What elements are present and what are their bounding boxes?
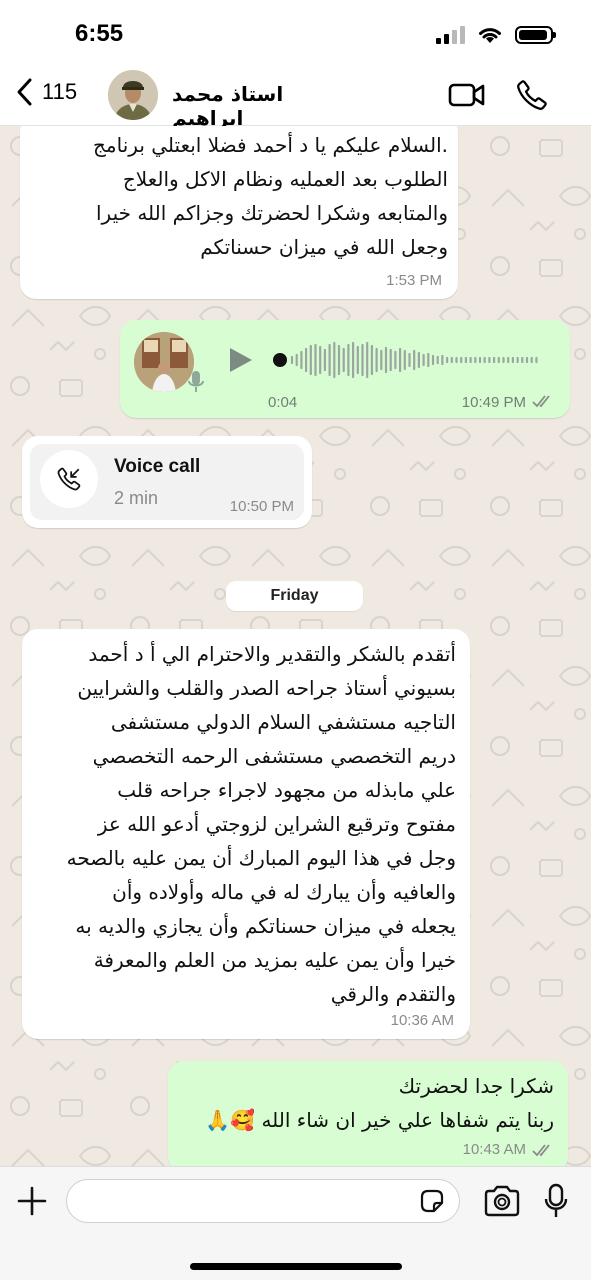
sticker-button[interactable] <box>418 1187 446 1219</box>
call-duration: 2 min <box>114 488 159 508</box>
chat-header: 115 استاذ محمد ابراهيم <box>0 62 591 130</box>
message-bubble-outgoing[interactable]: شكرا جدا لحضرتك ربنا يتم شفاها علي خير ا… <box>168 1061 568 1166</box>
cellular-signal-icon <box>436 26 465 44</box>
plus-icon <box>17 1186 47 1216</box>
message-composer <box>0 1166 591 1280</box>
date-divider: Friday <box>226 581 363 611</box>
message-text-line: شكرا جدا لحضرتك <box>398 1074 554 1098</box>
incoming-call-icon <box>57 467 81 491</box>
person-photo-icon <box>134 332 194 392</box>
person-photo-icon <box>108 70 158 120</box>
camera-button[interactable] <box>483 1185 521 1221</box>
message-time: 10:49 PM <box>461 394 526 411</box>
attach-button[interactable] <box>16 1185 48 1221</box>
back-button[interactable]: 115 <box>14 76 77 108</box>
microphone-icon <box>544 1183 568 1217</box>
message-text-line: ربنا يتم شفاها علي خير ان شاء الله 🥰🙏 <box>205 1108 554 1132</box>
unread-count: 115 <box>42 79 78 104</box>
voice-call-button[interactable] <box>515 78 549 116</box>
double-check-icon <box>532 1144 550 1157</box>
battery-icon <box>515 26 556 44</box>
home-indicator <box>190 1263 402 1270</box>
call-icon-circle <box>40 450 98 508</box>
sticker-icon <box>420 1189 444 1213</box>
microphone-button[interactable] <box>544 1183 568 1223</box>
voice-sender-avatar <box>134 332 194 392</box>
call-title: Voice call <box>114 456 201 477</box>
status-icons <box>436 25 556 45</box>
status-time: 6:55 <box>75 20 124 47</box>
voice-duration: 0:04 <box>268 394 298 411</box>
voice-message-bubble[interactable]: 0:04 10:49 PM <box>120 320 570 418</box>
video-call-button[interactable] <box>448 82 486 112</box>
contact-avatar[interactable] <box>108 70 158 120</box>
voice-progress-slider[interactable] <box>270 338 550 382</box>
message-time: 10:36 AM <box>390 1012 454 1029</box>
message-bubble-incoming[interactable]: .السلام عليكم يا د أحمد فضلا ابعتلي برنا… <box>20 126 458 299</box>
wifi-icon <box>479 28 501 43</box>
message-input[interactable] <box>66 1179 460 1223</box>
double-check-icon <box>532 395 550 408</box>
call-log-bubble[interactable]: Voice call 2 min 10:50 PM <box>22 436 312 528</box>
voice-playhead[interactable] <box>273 353 287 367</box>
contact-name[interactable]: استاذ محمد ابراهيم <box>172 82 352 130</box>
message-time: 1:53 PM <box>386 272 442 289</box>
message-time: 10:50 PM <box>229 498 294 515</box>
message-text: .السلام عليكم يا د أحمد فضلا ابعتلي برنا… <box>93 133 448 259</box>
phone-icon <box>517 80 547 110</box>
message-bubble-incoming[interactable]: أتقدم بالشكر والتقدير والاحترام الي أ د … <box>22 629 470 1039</box>
play-icon <box>230 348 252 372</box>
chevron-left-icon <box>17 78 32 106</box>
status-bar: 6:55 <box>0 0 591 62</box>
call-log-card: Voice call 2 min 10:50 PM <box>30 444 304 520</box>
chat-area[interactable]: .السلام عليكم يا د أحمد فضلا ابعتلي برنا… <box>0 126 591 1166</box>
microphone-icon <box>188 371 204 392</box>
camera-icon <box>484 1185 520 1217</box>
message-time: 10:43 AM <box>462 1141 526 1158</box>
message-text: أتقدم بالشكر والتقدير والاحترام الي أ د … <box>66 642 456 1006</box>
video-camera-icon <box>448 83 485 107</box>
play-button[interactable] <box>228 346 254 374</box>
waveform <box>273 341 538 379</box>
